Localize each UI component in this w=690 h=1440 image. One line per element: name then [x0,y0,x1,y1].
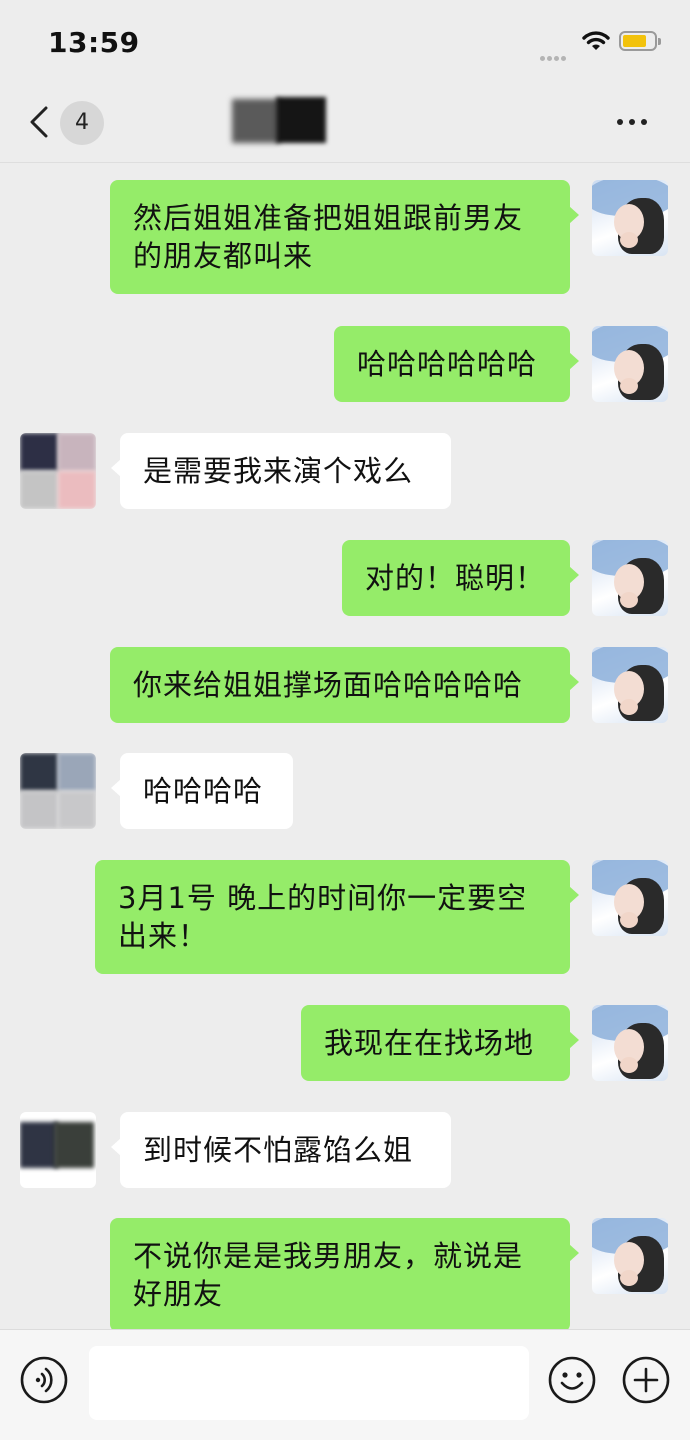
battery-icon [619,31,661,51]
my-avatar[interactable] [592,326,668,402]
my-avatar[interactable] [592,860,668,936]
message-list[interactable]: 然后姐姐准备把姐姐跟前男友的朋友都叫来 哈哈哈哈哈哈 是需要我来演个戏么 对的！… [0,163,690,1329]
emoji-button[interactable] [548,1356,596,1404]
status-time: 13:59 [48,26,140,59]
my-avatar[interactable] [592,540,668,616]
more-dots-icon [617,119,623,125]
my-avatar[interactable] [592,1005,668,1081]
back-chevron-icon [30,106,48,138]
wifi-icon [582,30,610,56]
my-avatar[interactable] [592,1218,668,1294]
signal-icon [540,46,574,61]
contact-message-bubble[interactable]: 哈哈哈哈 [111,753,293,829]
contact-avatar[interactable] [20,1112,96,1188]
emoji-icon [548,1356,596,1404]
my-avatar[interactable] [592,180,668,256]
voice-icon [20,1356,68,1404]
contact-avatar[interactable] [20,753,96,829]
plus-icon [622,1356,670,1404]
plus-button[interactable] [622,1356,670,1404]
my-message-bubble[interactable]: 不说你是是我男朋友，就说是好朋友 [110,1218,579,1329]
contact-message-bubble[interactable]: 到时候不怕露馅么姐 [111,1112,451,1188]
my-message-bubble[interactable]: 你来给姐姐撑场面哈哈哈哈哈 [110,647,579,723]
my-message-bubble[interactable]: 哈哈哈哈哈哈 [334,326,579,402]
chat-header: 4 [0,84,690,163]
voice-button[interactable] [20,1356,68,1404]
unread-count-badge[interactable]: 4 [60,101,104,145]
input-bar [0,1329,690,1440]
status-bar: 13:59 [0,0,690,84]
back-button[interactable] [26,104,56,140]
contact-message-bubble[interactable]: 是需要我来演个戏么 [111,433,451,509]
my-message-bubble[interactable]: 对的！聪明！ [342,540,579,616]
my-message-bubble[interactable]: 我现在在找场地 [301,1005,579,1081]
contact-avatar[interactable] [20,433,96,509]
my-message-bubble[interactable]: 然后姐姐准备把姐姐跟前男友的朋友都叫来 [110,180,579,294]
message-input[interactable] [89,1346,529,1420]
my-avatar[interactable] [592,647,668,723]
chat-title-redacted [232,97,326,143]
more-button[interactable] [614,110,664,134]
my-message-bubble[interactable]: 3月1号 晚上的时间你一定要空出来！ [95,860,579,974]
